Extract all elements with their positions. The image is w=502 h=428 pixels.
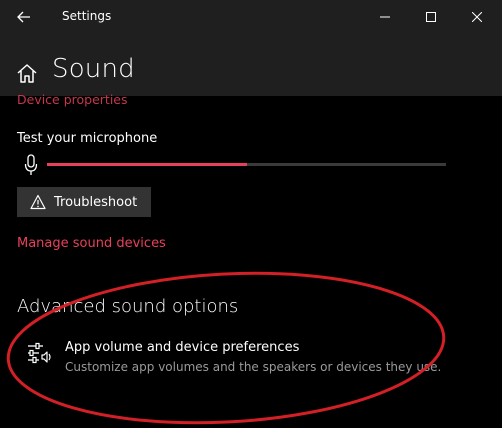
device-properties-link[interactable]: Device properties bbox=[17, 92, 128, 107]
maximize-button[interactable] bbox=[408, 0, 454, 34]
home-icon bbox=[17, 64, 37, 83]
window-title: Settings bbox=[62, 9, 112, 23]
app-volume-title: App volume and device preferences bbox=[65, 340, 300, 355]
sliders-speaker-icon bbox=[28, 342, 51, 364]
settings-window: Settings Sound Device properties Test yo bbox=[0, 0, 502, 428]
advanced-sound-options-heading: Advanced sound options bbox=[17, 296, 239, 317]
minimize-button[interactable] bbox=[362, 0, 408, 34]
maximize-icon bbox=[426, 12, 436, 22]
close-button[interactable] bbox=[454, 0, 500, 34]
microphone-level-bar bbox=[47, 163, 446, 166]
troubleshoot-button[interactable]: Troubleshoot bbox=[17, 187, 151, 217]
back-button[interactable] bbox=[10, 5, 38, 29]
warning-icon bbox=[30, 194, 46, 210]
app-volume-device-preferences-item[interactable]: App volume and device preferences Custom… bbox=[17, 336, 457, 382]
manage-sound-devices-link[interactable]: Manage sound devices bbox=[17, 236, 166, 251]
sound-settings-content: Device properties Test your microphone T… bbox=[0, 92, 502, 428]
minimize-icon bbox=[380, 16, 390, 18]
home-button[interactable] bbox=[16, 62, 40, 86]
page-title: Sound bbox=[52, 54, 135, 84]
troubleshoot-label: Troubleshoot bbox=[54, 194, 138, 210]
test-microphone-label: Test your microphone bbox=[17, 131, 158, 146]
app-volume-description: Customize app volumes and the speakers o… bbox=[65, 360, 442, 374]
page-header: Sound bbox=[0, 34, 502, 96]
close-icon bbox=[472, 12, 482, 22]
microphone-icon bbox=[24, 154, 38, 175]
back-arrow-icon bbox=[17, 11, 30, 23]
title-bar: Settings bbox=[0, 0, 502, 34]
microphone-level-fill bbox=[47, 163, 247, 166]
